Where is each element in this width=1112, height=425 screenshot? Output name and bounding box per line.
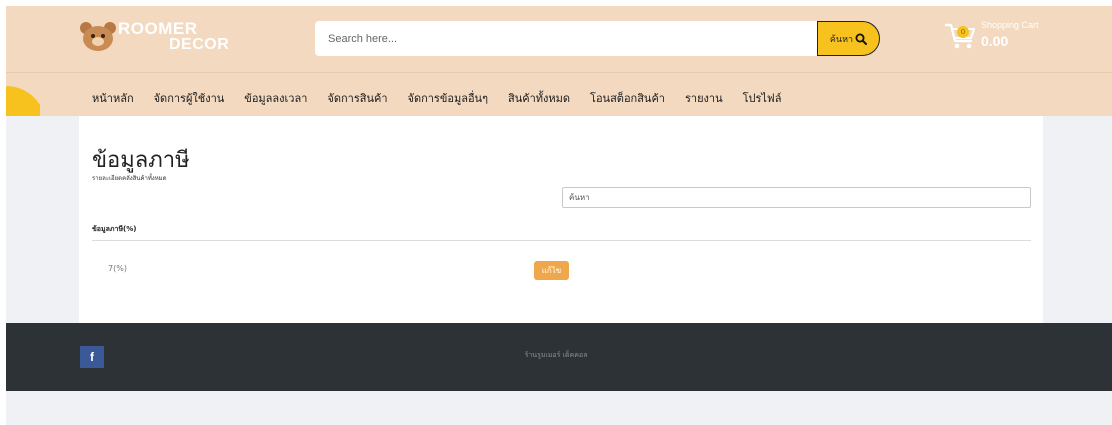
search-button[interactable]: ค้นหา <box>817 21 880 56</box>
bear-logo-icon <box>79 20 117 52</box>
footer-text: ร้านรูมเมอร์ เด็คคอล <box>524 351 588 359</box>
nav-item-home[interactable]: หน้าหลัก <box>92 89 134 107</box>
header-divider <box>6 72 1112 73</box>
main-nav: หน้าหลัก จัดการผู้ใช้งาน ข้อมูลลงเวลา จั… <box>92 90 801 106</box>
page-title: ข้อมูลภาษี <box>92 148 190 173</box>
nav-item-stock-transfer[interactable]: โอนสต็อกสินค้า <box>590 89 665 107</box>
brand-line-2: DECOR <box>169 35 230 53</box>
shopping-cart-icon: 0 <box>944 20 978 50</box>
nav-item-profile[interactable]: โปรไฟล์ <box>743 89 782 107</box>
search-bar: ค้นหา <box>315 21 880 56</box>
search-button-label: ค้นหา <box>829 34 854 45</box>
page-subtitle: รายละเอียดคลังสินค้าทั้งหมด <box>92 175 167 182</box>
nav-item-other-data-management[interactable]: จัดการข้อมูลอื่นๆ <box>408 89 489 107</box>
search-input[interactable] <box>315 21 817 56</box>
corner-accent <box>6 86 40 116</box>
main-content: ข้อมูลภาษี รายละเอียดคลังสินค้าทั้งหมด ข… <box>79 116 1043 323</box>
shopping-cart[interactable]: 0 Shopping Cart 0.00 <box>944 20 1039 50</box>
nav-item-product-management[interactable]: จัดการสินค้า <box>327 89 387 107</box>
cart-total: 0.00 <box>981 33 1009 49</box>
nav-item-user-management[interactable]: จัดการผู้ใช้งาน <box>154 89 225 107</box>
nav-item-all-products[interactable]: สินค้าทั้งหมด <box>508 89 570 107</box>
nav-item-time-records[interactable]: ข้อมูลลงเวลา <box>244 89 307 107</box>
filter-search-input[interactable] <box>562 187 1031 208</box>
cart-count-badge: 0 <box>957 26 969 38</box>
nav-item-reports[interactable]: รายงาน <box>685 89 723 107</box>
cart-summary: Shopping Cart 0.00 <box>981 20 1039 49</box>
brand-name: ROOMER DECOR <box>118 18 230 53</box>
magnifier-icon <box>855 33 868 45</box>
cart-label: Shopping Cart <box>981 20 1039 30</box>
table-header-tax: ข้อมูลภาษี(%) <box>92 225 137 233</box>
table-divider <box>92 240 1031 241</box>
edit-button[interactable]: แก้ไข <box>534 261 569 280</box>
tax-rate-value: 7(%) <box>108 264 127 273</box>
brand-logo[interactable]: ROOMER DECOR <box>79 19 229 53</box>
brand-line-1: ROOMER <box>118 18 198 38</box>
